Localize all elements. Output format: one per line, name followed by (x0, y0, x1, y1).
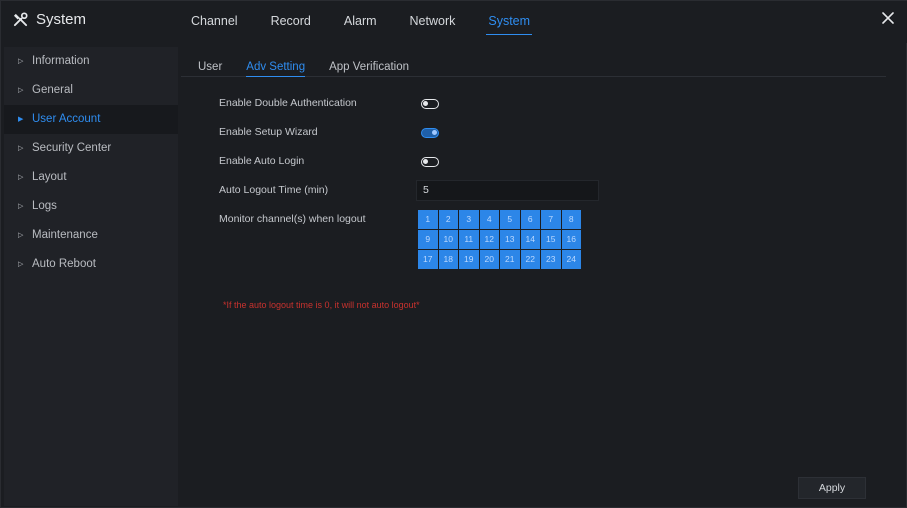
sidebar-item-general[interactable]: ▷ General (4, 76, 178, 105)
triangle-right-icon: ▷ (18, 87, 24, 94)
channel-button-11[interactable]: 11 (459, 230, 479, 249)
app-title-text: System (36, 11, 87, 28)
tab-app-verification[interactable]: App Verification (329, 47, 409, 77)
triangle-right-icon: ▷ (18, 261, 24, 268)
auto-login-toggle[interactable] (421, 157, 439, 167)
nav-network[interactable]: Network (410, 1, 456, 43)
sidebar-item-layout[interactable]: ▷ Layout (4, 163, 178, 192)
channel-button-13[interactable]: 13 (500, 230, 520, 249)
channel-button-1[interactable]: 1 (418, 210, 438, 229)
channel-button-3[interactable]: 3 (459, 210, 479, 229)
nav-system[interactable]: System (486, 1, 532, 43)
sidebar-item-security-center[interactable]: ▷ Security Center (4, 134, 178, 163)
channel-button-24[interactable]: 24 (561, 250, 581, 269)
app-title: System (13, 11, 86, 28)
system-settings-window: System Channel Record Alarm Network Syst… (0, 0, 907, 508)
logout-time-input[interactable]: 5 (416, 180, 599, 201)
channel-button-20[interactable]: 20 (479, 250, 499, 269)
nav-channel[interactable]: Channel (191, 1, 238, 43)
triangle-right-icon: ▷ (18, 174, 24, 181)
double-auth-toggle[interactable] (421, 99, 439, 109)
tab-user[interactable]: User (198, 47, 222, 77)
sidebar-item-maintenance[interactable]: ▷ Maintenance (4, 221, 178, 250)
triangle-right-filled-icon: ▶ (18, 116, 24, 123)
channel-button-12[interactable]: 12 (479, 230, 499, 249)
channel-button-5[interactable]: 5 (500, 210, 520, 229)
channel-button-22[interactable]: 22 (520, 250, 540, 269)
top-nav: Channel Record Alarm Network System (191, 1, 563, 43)
sidebar-item-logs[interactable]: ▷ Logs (4, 192, 178, 221)
setup-wizard-label: Enable Setup Wizard (219, 126, 318, 138)
tab-adv-setting[interactable]: Adv Setting (246, 47, 305, 77)
auto-logout-note: *If the auto logout time is 0, it will n… (223, 300, 420, 310)
channel-button-10[interactable]: 10 (438, 230, 458, 249)
apply-button[interactable]: Apply (798, 477, 866, 499)
channel-button-15[interactable]: 15 (541, 230, 561, 249)
tools-icon (13, 12, 28, 27)
triangle-right-icon: ▷ (18, 145, 24, 152)
nav-record[interactable]: Record (271, 1, 311, 43)
channel-button-17[interactable]: 17 (418, 250, 438, 269)
channel-button-21[interactable]: 21 (500, 250, 520, 269)
sidebar: ▷ Information ▷ General ▶ User Account ▷ Sec… (4, 47, 178, 506)
auto-login-label: Enable Auto Login (219, 155, 305, 167)
channel-button-6[interactable]: 6 (520, 210, 540, 229)
setup-wizard-toggle[interactable] (421, 128, 439, 138)
sidebar-item-label: Logs (32, 200, 57, 212)
sidebar-item-label: Auto Reboot (32, 258, 96, 270)
channel-button-7[interactable]: 7 (541, 210, 561, 229)
nav-alarm[interactable]: Alarm (344, 1, 377, 43)
main-panel: User Adv Setting App Verification Enable… (181, 47, 905, 506)
channel-grid: 1 2 3 4 5 6 7 8 9 10 11 12 13 14 15 16 1… (418, 210, 581, 269)
sidebar-item-information[interactable]: ▷ Information (4, 47, 178, 76)
triangle-right-icon: ▷ (18, 232, 24, 239)
channel-button-9[interactable]: 9 (418, 230, 438, 249)
sidebar-item-label: Layout (32, 171, 67, 183)
sidebar-item-label: Information (32, 55, 90, 67)
subtab-bar: User Adv Setting App Verification (181, 47, 886, 77)
channel-button-23[interactable]: 23 (541, 250, 561, 269)
sidebar-item-label: Security Center (32, 142, 112, 154)
close-icon[interactable] (880, 10, 896, 26)
double-auth-label: Enable Double Authentication (219, 97, 357, 109)
channel-button-14[interactable]: 14 (520, 230, 540, 249)
triangle-right-icon: ▷ (18, 203, 24, 210)
channel-button-19[interactable]: 19 (459, 250, 479, 269)
sidebar-item-auto-reboot[interactable]: ▷ Auto Reboot (4, 250, 178, 279)
triangle-right-icon: ▷ (18, 58, 24, 65)
sidebar-item-label: General (32, 84, 73, 96)
logout-time-label: Auto Logout Time (min) (219, 184, 329, 196)
channel-button-8[interactable]: 8 (561, 210, 581, 229)
sidebar-item-label: Maintenance (32, 229, 98, 241)
channel-button-18[interactable]: 18 (438, 250, 458, 269)
channel-button-4[interactable]: 4 (479, 210, 499, 229)
sidebar-item-user-account[interactable]: ▶ User Account (4, 105, 178, 134)
channel-button-2[interactable]: 2 (438, 210, 458, 229)
channel-button-16[interactable]: 16 (561, 230, 581, 249)
monitor-channels-label: Monitor channel(s) when logout (219, 213, 366, 225)
sidebar-item-label: User Account (32, 113, 101, 125)
top-bar: System Channel Record Alarm Network Syst… (1, 1, 907, 43)
